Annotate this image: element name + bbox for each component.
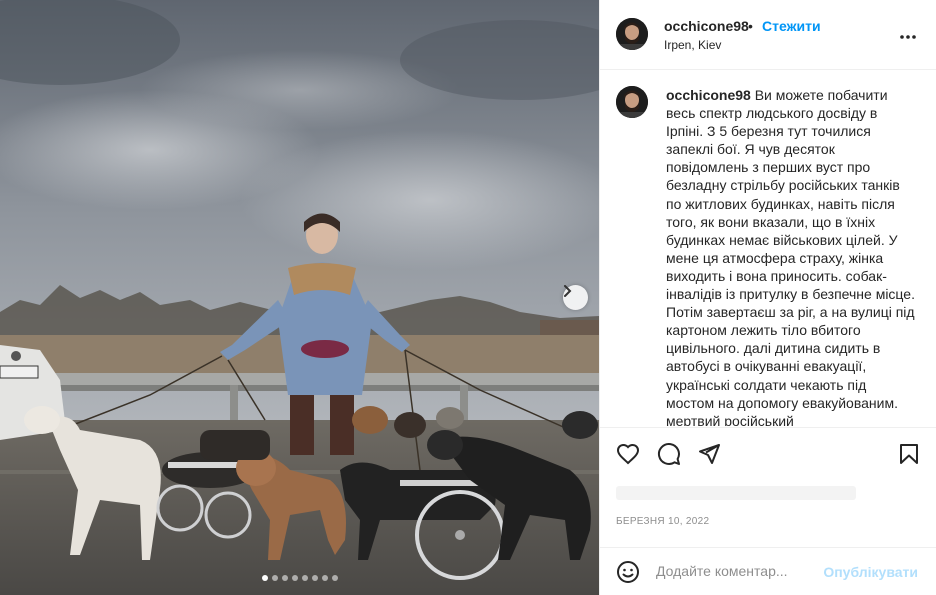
carousel-dot: [322, 575, 328, 581]
header-username[interactable]: occhicone98: [664, 18, 749, 34]
comment-icon: [658, 443, 680, 465]
photo-scene: [0, 0, 599, 595]
more-options-button[interactable]: [900, 26, 916, 44]
comment-box: Опублікувати: [600, 547, 936, 595]
avatar-image: [616, 86, 648, 118]
caption-avatar[interactable]: [616, 86, 648, 118]
carousel-dot: [312, 575, 318, 581]
likes-count-placeholder: [616, 486, 856, 500]
comment-input[interactable]: [656, 563, 816, 579]
save-button[interactable]: [897, 442, 921, 471]
post-photo[interactable]: [0, 0, 599, 595]
post-header: occhicone98 • Стежити Irpen, Kiev: [600, 0, 936, 70]
carousel-indicator: [262, 575, 338, 581]
publish-button[interactable]: Опублікувати: [823, 564, 918, 580]
avatar[interactable]: [616, 18, 648, 50]
more-horizontal-icon: [900, 35, 916, 39]
next-photo-button[interactable]: [563, 285, 588, 310]
heart-icon: [616, 443, 640, 465]
share-button[interactable]: [697, 442, 721, 471]
location-link[interactable]: Irpen, Kiev: [664, 38, 721, 52]
carousel-dot: [292, 575, 298, 581]
post-date: БЕРЕЗНЯ 10, 2022: [616, 516, 710, 527]
header-separator: •: [748, 18, 753, 34]
comment-button[interactable]: [657, 442, 681, 471]
caption-body: Ви можете побачити весь спектр людського…: [666, 87, 915, 426]
action-bar: БЕРЕЗНЯ 10, 2022: [600, 427, 936, 547]
paper-plane-icon: [699, 444, 720, 464]
avatar-image: [616, 18, 648, 50]
follow-button[interactable]: Стежити: [762, 18, 821, 34]
carousel-dot: [262, 575, 268, 581]
emoji-button[interactable]: [616, 560, 640, 589]
carousel-dot: [302, 575, 308, 581]
chevron-right-icon: [564, 285, 572, 297]
caption-area: occhicone98 Ви можете побачити весь спек…: [616, 86, 921, 426]
emoji-icon: [617, 561, 639, 583]
bookmark-icon: [900, 444, 918, 464]
caption-text: occhicone98 Ви можете побачити весь спек…: [666, 86, 918, 426]
carousel-dot: [332, 575, 338, 581]
caption-username[interactable]: occhicone98: [666, 87, 751, 103]
post-side-panel: occhicone98 • Стежити Irpen, Kiev occhic…: [599, 0, 936, 595]
carousel-dot: [272, 575, 278, 581]
like-button[interactable]: [616, 442, 640, 471]
carousel-dot: [282, 575, 288, 581]
